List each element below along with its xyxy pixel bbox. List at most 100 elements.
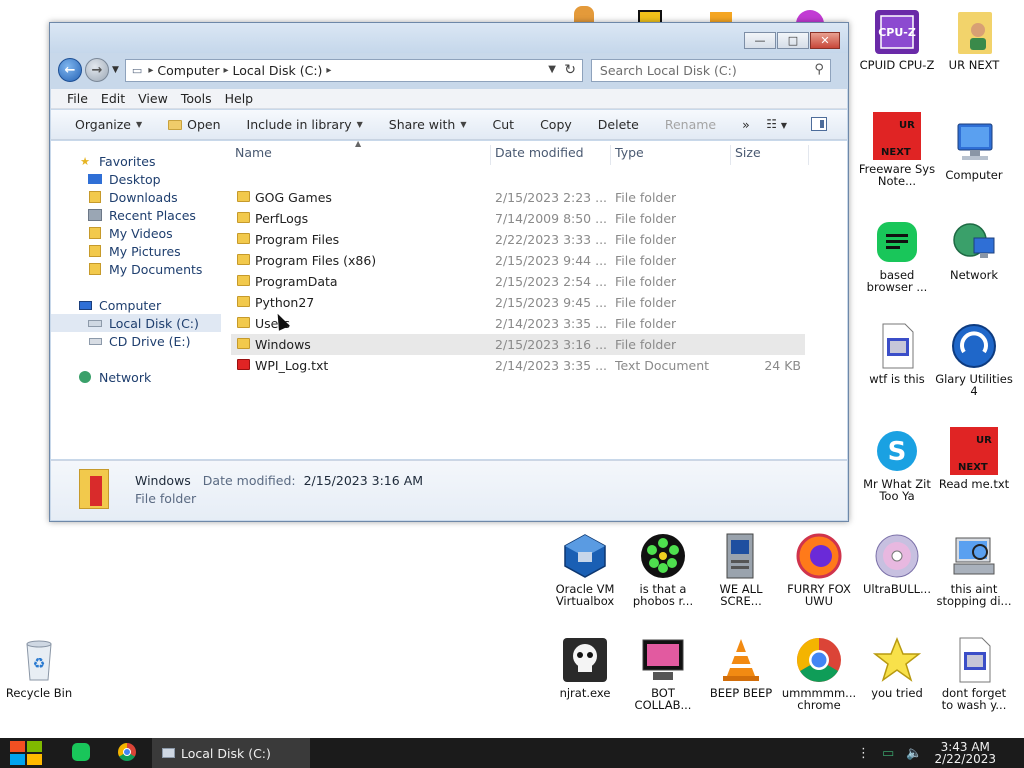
desktop-icon-wtf[interactable]: wtf is this (858, 322, 936, 385)
nav-local-disk[interactable]: Local Disk (C:) (51, 314, 221, 332)
back-button[interactable]: ← (58, 58, 82, 82)
nav-computer[interactable]: Computer (51, 296, 221, 314)
pinned-app-icon[interactable] (72, 743, 90, 761)
desktop-icon-cpuz[interactable]: CPU-Z CPUID CPU-Z (858, 8, 936, 71)
menu-edit[interactable]: Edit (101, 91, 125, 106)
desktop-icon-njrat[interactable]: njrat.exe (546, 636, 624, 699)
search-icon[interactable]: ⚲ (814, 62, 824, 77)
column-header-name[interactable]: Name (231, 145, 491, 165)
file-name: Python27 (255, 295, 315, 310)
file-row[interactable]: GOG Games 2/15/2023 2:23 ... File folder (231, 187, 805, 208)
windows-logo-tile (27, 741, 42, 752)
address-bar[interactable]: ▭ ▸ Computer ▸ Local Disk (C:) ▸ ▼ ↻ (124, 58, 583, 82)
file-row[interactable]: PerfLogs 7/14/2009 8:50 ... File folder (231, 208, 805, 229)
organize-button[interactable]: Organize ▼ (75, 117, 142, 132)
nav-label: Network (99, 369, 152, 385)
network-icon (77, 370, 93, 384)
desktop-icon-you-tried[interactable]: you tried (858, 636, 936, 699)
file-row[interactable]: Windows 2/15/2023 3:16 ... File folder (231, 334, 805, 355)
computer-search-icon (950, 532, 998, 580)
ur-next-icon: UR NEXT (873, 112, 921, 160)
desktop-icon-recycle-bin[interactable]: ♻ Recycle Bin (0, 636, 78, 699)
copy-button[interactable]: Copy (540, 117, 572, 132)
column-header-size[interactable]: Size (731, 145, 809, 165)
close-button[interactable]: ✕ (810, 32, 840, 49)
file-row[interactable]: Program Files (x86) 2/15/2023 9:44 ... F… (231, 250, 805, 271)
network-status-icon[interactable]: ▭ (882, 746, 894, 761)
desktop-icon-freeware[interactable]: UR NEXT Freeware Sys Note... (858, 112, 936, 187)
column-header-type[interactable]: Type (611, 145, 731, 165)
desktop-icon-firefox[interactable]: FURRY FOX UWU (780, 532, 858, 607)
desktop-icon-label: this aint stopping di... (936, 582, 1012, 608)
file-row[interactable]: ProgramData 2/15/2023 2:54 ... File fold… (231, 271, 805, 292)
forward-button[interactable]: → (85, 58, 109, 82)
preview-pane-button[interactable] (811, 117, 827, 131)
nav-my-documents[interactable]: My Documents (51, 260, 221, 278)
desktop-icon-dont-forget[interactable]: dont forget to wash y... (935, 636, 1013, 711)
desktop-icon-readme[interactable]: UR NEXT Read me.txt (935, 427, 1013, 490)
file-row[interactable]: Users 2/14/2023 3:35 ... File folder (231, 313, 805, 334)
desktop-icon-based-browser[interactable]: based browser ... (858, 218, 936, 293)
start-button[interactable] (10, 741, 42, 765)
change-view-button[interactable]: ☷ ▼ (766, 117, 787, 131)
column-header-date[interactable]: Date modified (491, 145, 611, 165)
nav-desktop[interactable]: Desktop (51, 170, 221, 188)
desktop-icon-we-all[interactable]: WE ALL SCRE... (702, 532, 780, 607)
more-options-icon[interactable]: ⋮ (857, 746, 870, 761)
refresh-icon[interactable]: ↻ (564, 62, 576, 78)
menu-file[interactable]: File (67, 91, 88, 106)
share-with-button[interactable]: Share with ▼ (389, 117, 467, 132)
nav-my-pictures[interactable]: My Pictures (51, 242, 221, 260)
folder-icon (237, 317, 250, 328)
window-titlebar[interactable]: — □ ✕ (50, 23, 848, 53)
desktop-icon-label: Computer (945, 168, 1003, 182)
more-commands-button[interactable]: » (742, 117, 750, 132)
clock[interactable]: 3:43 AM 2/22/2023 (934, 741, 996, 765)
menu-view[interactable]: View (138, 91, 168, 106)
desktop-icon-chrome[interactable]: ummmmm... chrome (780, 636, 858, 711)
breadcrumb-separator[interactable]: ▸ (326, 65, 331, 76)
cut-button[interactable]: Cut (493, 117, 515, 132)
nav-cd-drive[interactable]: CD Drive (E:) (51, 332, 221, 350)
chrome-taskbar-icon[interactable] (118, 743, 136, 761)
breadcrumb-computer[interactable]: Computer (157, 63, 219, 78)
include-in-library-button[interactable]: Include in library ▼ (247, 117, 363, 132)
desktop-icon-vlc[interactable]: BEEP BEEP (702, 636, 780, 699)
breadcrumb-separator[interactable]: ▸ (148, 65, 153, 76)
minimize-button[interactable]: — (744, 32, 776, 49)
breadcrumb-separator[interactable]: ▸ (224, 65, 229, 76)
recent-pages-dropdown[interactable]: ▼ (112, 65, 119, 75)
open-button[interactable]: Open (168, 117, 221, 132)
file-row[interactable]: Python27 2/15/2023 9:45 ... File folder (231, 292, 805, 313)
desktop-icon-skype[interactable]: S Mr What Zit Too Ya (858, 427, 936, 502)
address-dropdown-icon[interactable]: ▼ (548, 64, 556, 75)
breadcrumb-local-disk[interactable]: Local Disk (C:) (233, 63, 323, 78)
file-row[interactable]: WPI_Log.txt 2/14/2023 3:35 ... Text Docu… (231, 355, 805, 376)
nav-network[interactable]: Network (51, 368, 221, 386)
rename-button[interactable]: Rename (665, 117, 716, 132)
desktop-icon-network[interactable]: Network (935, 218, 1013, 281)
desktop-icon-computer[interactable]: Computer (935, 118, 1013, 181)
nav-recent-places[interactable]: Recent Places (51, 206, 221, 224)
explorer-window[interactable]: — □ ✕ ← → ▼ ▭ ▸ Computer ▸ Local Disk (C… (49, 22, 849, 522)
nav-downloads[interactable]: Downloads (51, 188, 221, 206)
taskbar-button-explorer[interactable]: Local Disk (C:) (152, 738, 310, 768)
nav-favorites[interactable]: ★ Favorites (51, 152, 221, 170)
file-date: 2/14/2023 3:35 ... (495, 358, 608, 373)
desktop-icon-phobos[interactable]: is that a phobos r... (624, 532, 702, 607)
desktop-icon-ultrabull[interactable]: UltraBULL... (858, 532, 936, 595)
maximize-button[interactable]: □ (777, 32, 809, 49)
search-input[interactable]: Search Local Disk (C:) ⚲ (590, 58, 831, 82)
desktop-icon-glary[interactable]: Glary Utilities 4 (935, 322, 1013, 397)
delete-button[interactable]: Delete (598, 117, 639, 132)
menu-help[interactable]: Help (225, 91, 254, 106)
desktop-icon-urnext-folder[interactable]: UR NEXT (935, 8, 1013, 71)
file-row[interactable]: Program Files 2/22/2023 3:33 ... File fo… (231, 229, 805, 250)
nav-my-videos[interactable]: My Videos (51, 224, 221, 242)
volume-icon[interactable]: 🔈 (906, 746, 922, 761)
desktop-icon-botcollab[interactable]: BOT COLLAB... (624, 636, 702, 711)
menu-tools[interactable]: Tools (181, 91, 212, 106)
cd-drive-icon (87, 334, 103, 348)
desktop-icon-stopping[interactable]: this aint stopping di... (935, 532, 1013, 607)
desktop-icon-virtualbox[interactable]: Oracle VM Virtualbox (546, 532, 624, 607)
